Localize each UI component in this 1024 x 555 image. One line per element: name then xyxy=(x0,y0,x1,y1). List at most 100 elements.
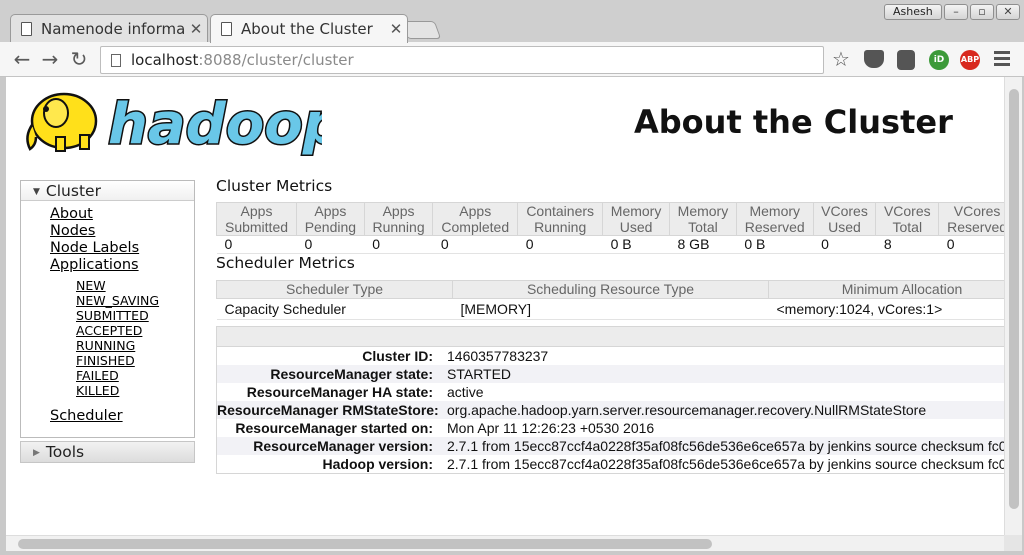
sidebar: ▼ Cluster About Nodes Node Labels Applica… xyxy=(20,180,195,463)
table-cell: 0 xyxy=(813,235,876,254)
elephant-icon xyxy=(26,92,98,152)
table-cell: 0 xyxy=(296,235,365,254)
vertical-scrollbar[interactable] xyxy=(1004,77,1022,535)
cluster-metrics-title: Cluster Metrics xyxy=(216,177,333,195)
column-header[interactable]: Apps Submitted xyxy=(215,202,298,236)
sidebar-link-accepted[interactable]: ACCEPTED xyxy=(76,323,142,338)
tab-about-the-cluster[interactable]: About the Cluster ✕ xyxy=(210,14,408,43)
document-icon xyxy=(21,21,32,36)
info-row: ResourceManager started on: Mon Apr 11 1… xyxy=(217,419,1004,437)
horizontal-scrollbar[interactable] xyxy=(6,535,1004,551)
table-cell: 8 GB xyxy=(669,235,737,254)
iq-icon[interactable]: iD xyxy=(929,50,949,70)
page-viewport: hadoop About the Cluster ▼ Cluster About … xyxy=(6,77,1004,535)
cluster-metrics-table: Apps Submitted Apps Pending Apps Running Ap… xyxy=(215,202,1004,254)
info-row: ResourceManager RMStateStore: org.apache… xyxy=(217,401,1004,419)
sidebar-link-node-labels[interactable]: Node Labels xyxy=(50,240,139,256)
sidebar-link-applications[interactable]: Applications xyxy=(50,257,139,273)
sidebar-link-scheduler[interactable]: Scheduler xyxy=(50,408,123,424)
page-title: About the Cluster xyxy=(634,103,953,141)
forward-arrow-icon[interactable]: → xyxy=(38,47,62,71)
cluster-nav-label: Cluster xyxy=(45,182,101,200)
info-label: Cluster ID: xyxy=(362,348,433,364)
info-row: Cluster ID: 1460357783237 xyxy=(217,347,1004,365)
scrollbar-thumb[interactable] xyxy=(1009,89,1019,509)
info-label: ResourceManager started on: xyxy=(235,420,433,436)
url-host: localhost xyxy=(131,51,199,69)
info-label: ResourceManager HA state: xyxy=(246,384,433,400)
column-header[interactable]: VCores Used xyxy=(812,202,877,236)
column-header[interactable]: Apps Running xyxy=(363,202,434,236)
sidebar-link-new[interactable]: NEW xyxy=(76,278,106,293)
sidebar-link-running[interactable]: RUNNING xyxy=(76,338,135,353)
column-header[interactable]: Apps Completed xyxy=(432,202,519,236)
sidebar-link-nodes[interactable]: Nodes xyxy=(50,223,95,239)
scrollbar-corner xyxy=(1004,535,1022,551)
menu-icon[interactable] xyxy=(994,51,1010,69)
table-cell: Capacity Scheduler xyxy=(216,298,453,320)
sidebar-link-killed[interactable]: KILLED xyxy=(76,383,119,398)
column-header[interactable]: Memory Used xyxy=(602,202,670,236)
document-icon xyxy=(221,22,232,36)
triangle-right-icon: ▶ xyxy=(33,448,40,458)
cluster-info-panel: Cluster ID: 1460357783237 ResourceManage… xyxy=(216,326,1004,474)
column-header[interactable]: Containers Running xyxy=(517,202,604,236)
close-tab-icon[interactable]: ✕ xyxy=(385,20,407,38)
sidebar-link-new-saving[interactable]: NEW_SAVING xyxy=(76,293,159,308)
table-cell: 0 xyxy=(432,235,518,254)
column-header[interactable]: Scheduling Resource Type xyxy=(452,280,769,299)
page-icon xyxy=(111,53,121,67)
tools-nav-header[interactable]: ▶ Tools xyxy=(20,441,195,463)
scheduler-metrics-title: Scheduler Metrics xyxy=(216,254,355,272)
abp-icon[interactable]: ABP xyxy=(960,50,980,70)
info-label: ResourceManager RMStateStore: xyxy=(217,402,439,418)
info-row: ResourceManager state: STARTED xyxy=(217,365,1004,383)
maximize-button[interactable]: ▫ xyxy=(970,4,994,20)
table-header-row: Scheduler Type Scheduling Resource Type … xyxy=(216,280,1004,299)
scheduler-metrics-table: Scheduler Type Scheduling Resource Type … xyxy=(216,280,1004,320)
column-header[interactable]: VCores Reserved xyxy=(938,202,1004,236)
info-value: Mon Apr 11 12:26:23 +0530 2016 xyxy=(447,420,655,436)
tools-nav-label: Tools xyxy=(45,443,85,461)
sidebar-link-failed[interactable]: FAILED xyxy=(76,368,119,383)
sidebar-link-submitted[interactable]: SUBMITTED xyxy=(76,308,149,323)
table-cell: <memory:1024, vCores:1> xyxy=(768,298,1004,320)
column-header[interactable]: Apps Pending xyxy=(296,202,365,236)
tab-namenode-information[interactable]: Namenode information ✕ xyxy=(10,14,208,42)
info-value: 2.7.1 from 15ecc87ccf4a0228f35af08fc56de… xyxy=(447,438,1004,454)
column-header[interactable]: Minimum Allocation xyxy=(768,280,1004,299)
column-header[interactable]: Memory Total xyxy=(669,202,737,236)
logo-text: hadoop xyxy=(108,92,322,157)
close-window-button[interactable]: ✕ xyxy=(996,4,1020,20)
info-label: ResourceManager state: xyxy=(270,366,433,382)
reload-icon[interactable]: ↻ xyxy=(67,47,91,71)
back-arrow-icon[interactable]: ← xyxy=(10,47,34,71)
panel-header-bar xyxy=(217,327,1004,347)
sidebar-link-finished[interactable]: FINISHED xyxy=(76,353,135,368)
column-header[interactable]: VCores Total xyxy=(875,202,940,236)
table-row: Capacity Scheduler [MEMORY] <memory:1024… xyxy=(216,298,1004,320)
info-row: ResourceManager HA state: active xyxy=(217,383,1004,401)
column-header[interactable]: Memory Reserved xyxy=(735,202,814,236)
minimize-button[interactable]: – xyxy=(944,4,968,20)
hadoop-logo[interactable]: hadoop xyxy=(22,85,322,159)
evernote-icon[interactable] xyxy=(897,50,915,70)
scrollbar-thumb[interactable] xyxy=(18,539,712,549)
triangle-down-icon: ▼ xyxy=(33,187,40,197)
main-content: Cluster Metrics Apps Submitted Apps Pendin… xyxy=(215,177,1004,474)
profile-button[interactable]: Ashesh xyxy=(884,4,942,20)
pocket-icon[interactable] xyxy=(864,50,884,68)
address-bar[interactable]: localhost :8088/cluster/cluster xyxy=(100,46,824,74)
info-label: ResourceManager version: xyxy=(253,438,433,454)
table-cell: 0 B xyxy=(602,235,670,254)
close-tab-icon[interactable]: ✕ xyxy=(185,20,207,38)
tab-label: Namenode information xyxy=(41,19,185,38)
table-header-row: Apps Submitted Apps Pending Apps Running Ap… xyxy=(215,202,1004,236)
sidebar-link-about[interactable]: About xyxy=(50,206,93,222)
column-header[interactable]: Scheduler Type xyxy=(216,280,453,299)
cluster-nav-header[interactable]: ▼ Cluster xyxy=(21,181,194,201)
info-value: 2.7.1 from 15ecc87ccf4a0228f35af08fc56de… xyxy=(447,456,1004,472)
table-cell: 0 xyxy=(517,235,603,254)
star-icon[interactable]: ☆ xyxy=(832,47,850,71)
table-cell: 8 xyxy=(875,235,939,254)
